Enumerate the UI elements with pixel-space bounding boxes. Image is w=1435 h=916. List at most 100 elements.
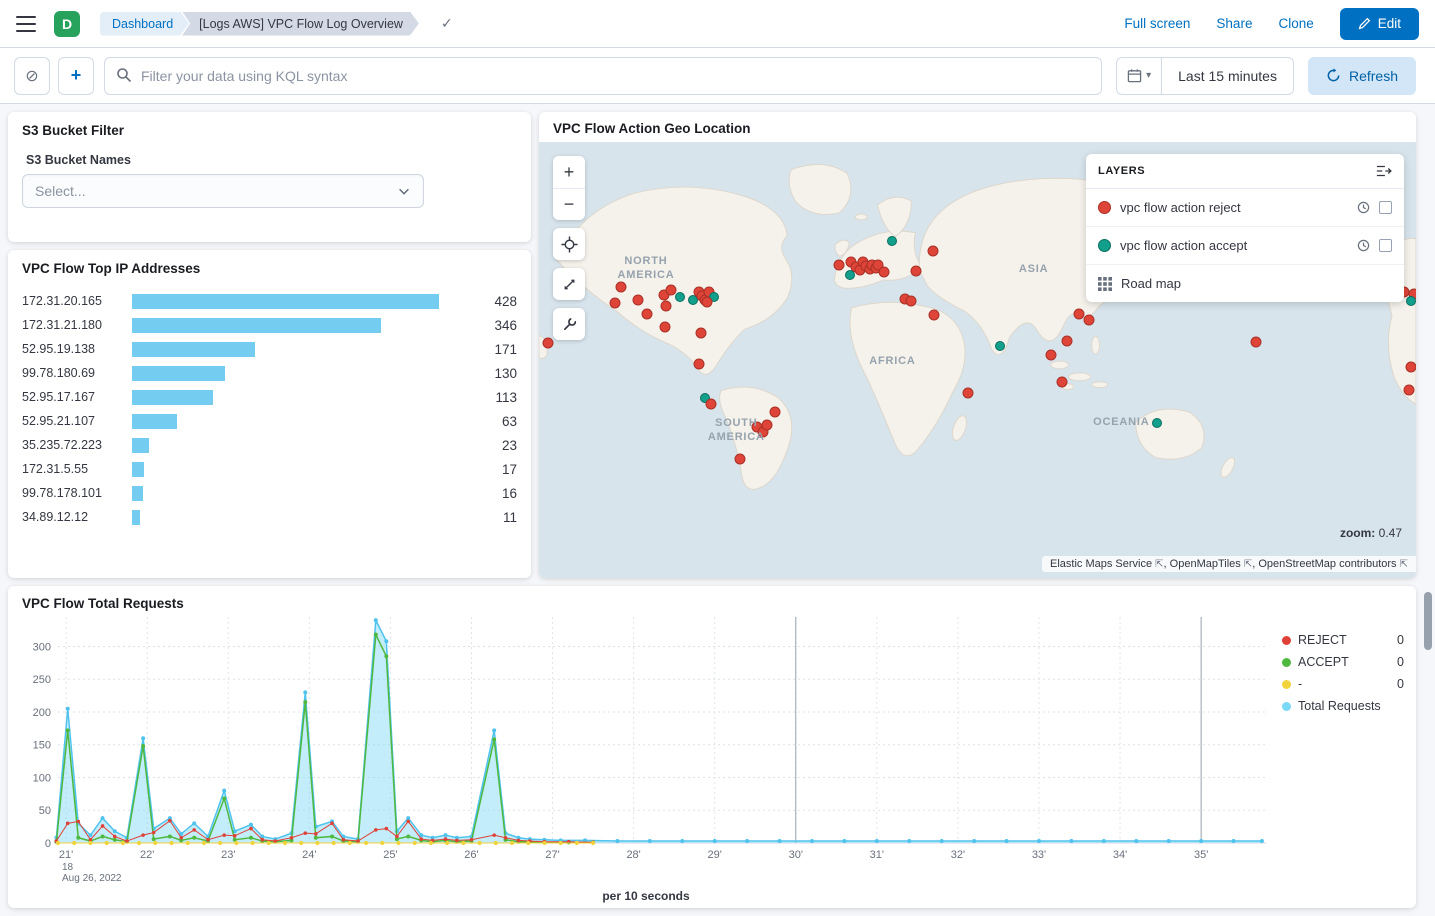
s3-bucket-names-label: S3 Bucket Names [26,153,517,167]
svg-text:Aug 26, 2022: Aug 26, 2022 [62,873,122,884]
panel-title: VPC Flow Total Requests [22,596,1404,611]
layer-checkbox[interactable] [1379,239,1392,252]
attribution-link[interactable]: OpenStreetMap contributors ⇱ [1258,558,1408,570]
share-link[interactable]: Share [1216,16,1252,31]
geo-point-reject [911,266,922,277]
ip-label: 52.95.21.107 [22,414,124,428]
layer-label: Road map [1121,276,1392,291]
ip-bar[interactable] [132,510,471,525]
time-range-label[interactable]: Last 15 minutes [1162,68,1293,84]
legend-label: REJECT [1298,633,1390,647]
ip-label: 99.78.180.69 [22,366,124,380]
breadcrumb-current: [Logs AWS] VPC Flow Log Overview [182,12,419,36]
legend-swatch [1282,658,1291,667]
ip-label: 35.235.72.223 [22,438,124,452]
ip-value: 428 [471,294,517,309]
external-link-icon: ⇱ [1244,559,1252,570]
legend-item[interactable]: REJECT 0 [1282,629,1404,651]
geo-point-reject [1046,350,1057,361]
accept-layer-swatch [1098,239,1111,252]
legend-value: 0 [1397,633,1404,647]
table-row: 52.95.17.167113 [22,385,517,409]
legend-swatch [1282,702,1291,711]
layer-row-reject[interactable]: vpc flow action reject [1086,189,1404,227]
table-row: 99.78.178.101 16 [22,481,517,505]
requests-chart: 05010015020025030021'22'23'24'25'26'27'2… [18,611,1274,887]
ip-label: 99.78.178.101 [22,486,124,500]
reject-layer-swatch [1098,201,1111,214]
kql-search-input[interactable] [104,57,1102,95]
svg-text:32': 32' [951,849,965,861]
legend-item[interactable]: Total Requests [1282,695,1404,717]
full-screen-map-button[interactable] [553,268,585,300]
pencil-icon [1358,17,1371,30]
layer-row-road-map[interactable]: Road map [1086,265,1404,302]
clock-icon [1357,239,1370,252]
menu-icon[interactable] [16,16,36,32]
geo-point-reject [1083,315,1094,326]
ip-bar[interactable] [132,366,471,381]
svg-text:21': 21' [59,849,73,861]
geo-point-accept [887,236,897,246]
svg-text:27': 27' [545,849,559,861]
saved-query-button[interactable]: ⊘ [14,57,50,95]
breadcrumb: Dashboard [Logs AWS] VPC Flow Log Overvi… [100,12,419,36]
calendar-dropdown-button[interactable]: ▾ [1117,58,1162,94]
svg-text:50: 50 [39,805,51,817]
set-view-button[interactable] [553,228,585,260]
ip-value: 23 [471,438,517,453]
map-tools-button[interactable] [553,308,585,340]
svg-text:0: 0 [45,838,51,850]
svg-text:34': 34' [1113,849,1127,861]
geo-point-reject [660,322,671,333]
attribution-link[interactable]: OpenMapTiles ⇱ [1170,558,1253,570]
svg-text:35': 35' [1194,849,1208,861]
s3-bucket-select[interactable]: Select... [22,174,424,208]
ip-bar[interactable] [132,414,471,429]
table-row: 99.78.180.69130 [22,361,517,385]
svg-text:31': 31' [870,849,884,861]
breadcrumb-dashboard[interactable]: Dashboard [100,12,189,36]
clock-icon [1357,201,1370,214]
edit-button[interactable]: Edit [1340,8,1419,40]
refresh-button[interactable]: Refresh [1308,57,1416,95]
layer-checkbox[interactable] [1379,201,1392,214]
zoom-out-button[interactable]: − [553,188,585,220]
ip-label: 172.31.21.180 [22,318,124,332]
svg-text:28': 28' [626,849,640,861]
panel-geo-location: VPC Flow Action Geo Location [539,112,1416,578]
panel-title: VPC Flow Top IP Addresses [22,261,517,276]
geo-point-reject [661,300,672,311]
layer-row-accept[interactable]: vpc flow action accept [1086,227,1404,265]
zoom-in-button[interactable]: + [553,156,585,188]
ip-bar[interactable] [132,438,471,453]
ip-value: 16 [471,486,517,501]
svg-text:23': 23' [221,849,235,861]
attribution-link[interactable]: Elastic Maps Service ⇱ [1050,558,1164,570]
ip-bar[interactable] [132,486,471,501]
layer-label: vpc flow action accept [1120,238,1348,253]
legend-label: ACCEPT [1298,655,1390,669]
ip-bar[interactable] [132,462,471,477]
geo-point-reject [1061,336,1072,347]
full-screen-link[interactable]: Full screen [1124,16,1190,31]
scrollbar-thumb[interactable] [1424,592,1432,650]
add-filter-button[interactable]: + [58,57,94,95]
dashboard-content: S3 Bucket Filter S3 Bucket Names Select.… [0,104,1435,916]
ip-bar[interactable] [132,390,471,405]
legend-item[interactable]: ACCEPT0 [1282,651,1404,673]
clone-link[interactable]: Clone [1278,16,1313,31]
ip-bar[interactable] [132,342,471,357]
geo-point-reject [1405,361,1416,372]
legend-item[interactable]: -0 [1282,673,1404,695]
collapse-layers-icon[interactable] [1376,164,1392,178]
geo-point-reject [696,328,707,339]
ip-bar[interactable] [132,294,471,309]
world-map[interactable]: NORTH AMERICASOUTH AMERICAAFRICAASIAOCEA… [539,142,1416,578]
ip-bar[interactable] [132,318,471,333]
space-avatar[interactable]: D [54,11,80,37]
legend-value: 0 [1397,677,1404,691]
saved-check-icon: ✓ [441,15,453,32]
geo-point-reject [641,308,652,319]
geo-point-reject [769,407,780,418]
